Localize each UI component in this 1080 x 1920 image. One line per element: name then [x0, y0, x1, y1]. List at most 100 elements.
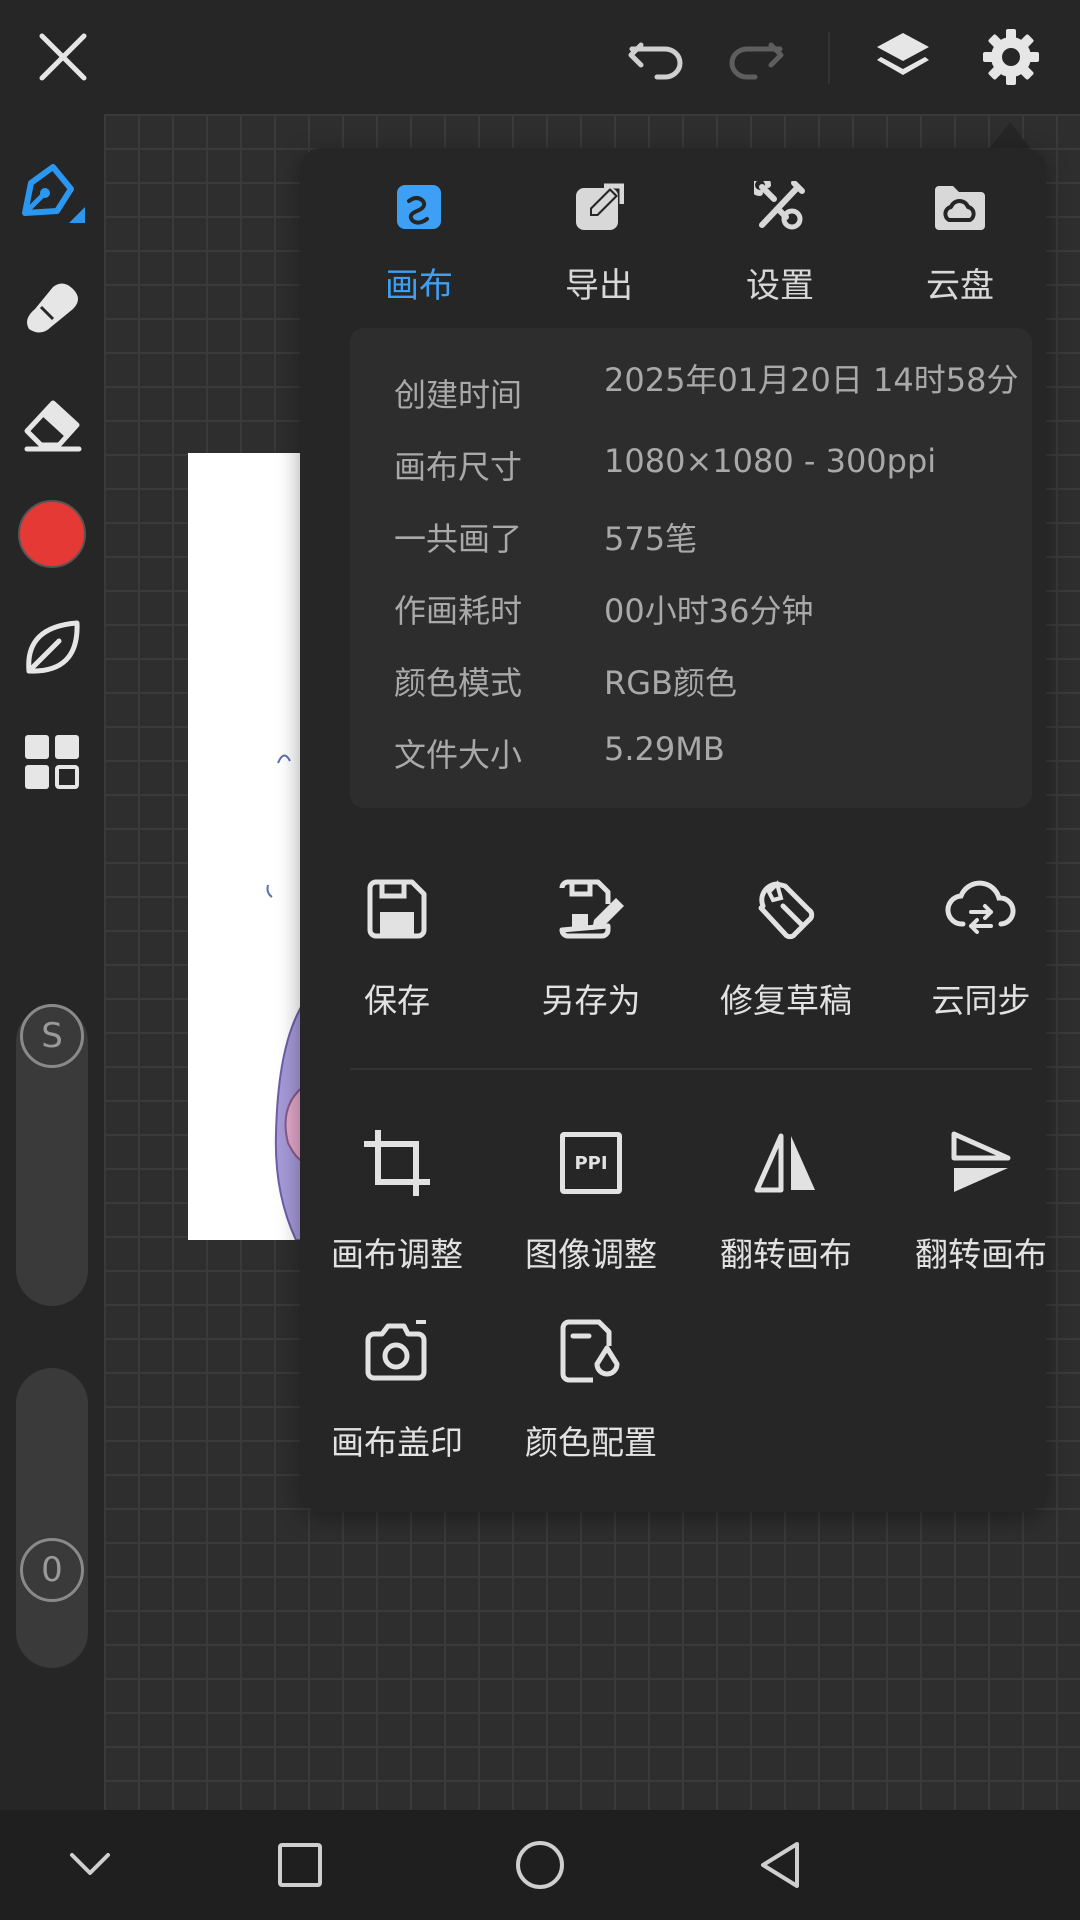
color-profile-label: 颜色配置: [525, 1423, 657, 1462]
info-row: 颜色模式 RGB颜色: [350, 658, 1032, 718]
back-icon: [761, 1842, 799, 1888]
tab-canvas-label: 画布: [385, 266, 453, 306]
repair-draft-label: 修复草稿: [720, 981, 852, 1020]
canvas-icon: [397, 185, 441, 229]
color-swatch: [18, 500, 86, 568]
tab-settings[interactable]: 设置: [705, 174, 855, 307]
home-button[interactable]: [500, 1810, 580, 1920]
undo-button[interactable]: [622, 28, 692, 88]
info-value: RGB颜色: [604, 664, 737, 702]
image-adjust-label: 图像调整: [525, 1235, 657, 1274]
system-nav-bar: [0, 1810, 1080, 1920]
tools-icon: [754, 181, 805, 230]
info-row: 创建时间 2025年01月20日 14时58分: [350, 361, 1032, 430]
info-row: 文件大小 5.29MB: [350, 730, 1032, 790]
canvas-menu-panel: 画布 导出 设置 云盘 创建时间 2025年01月20日 14时58分 画布尺寸…: [300, 148, 1047, 1512]
flip-canvas-vertical-label: 翻转画布: [915, 1235, 1047, 1274]
image-adjust-button[interactable]: PPI 图像调整: [501, 1128, 681, 1276]
close-button[interactable]: [30, 24, 96, 90]
smudge-icon: [27, 283, 78, 333]
layers-icon: [877, 33, 929, 75]
save-icon: [367, 879, 427, 939]
brush-size-knob[interactable]: S: [20, 1004, 84, 1068]
eraser-tool-button[interactable]: [0, 378, 104, 466]
info-row: 画布尺寸 1080×1080 - 300ppi: [350, 442, 1032, 502]
leaf-tool-button[interactable]: [0, 604, 104, 692]
top-bar: [0, 0, 1080, 114]
flip-vertical-icon: [951, 1131, 1011, 1192]
artwork-preview: [266, 754, 309, 1241]
redo-button[interactable]: [720, 28, 790, 88]
toolbar-separator: [828, 32, 830, 84]
opacity-slider[interactable]: [16, 1368, 88, 1668]
chevron-down-icon: [70, 1853, 110, 1875]
info-label: 一共画了: [394, 520, 523, 558]
eraser-icon: [24, 400, 82, 452]
save-button[interactable]: 保存: [307, 874, 487, 1022]
info-label: 作画耗时: [394, 592, 523, 630]
export-icon: [576, 183, 624, 230]
flip-horizontal-icon: [754, 1133, 815, 1193]
info-row: 作画耗时 00小时36分钟: [350, 586, 1032, 646]
info-value: 2025年01月20日 14时58分: [604, 361, 1019, 399]
save-as-button[interactable]: 另存为: [501, 874, 681, 1022]
info-label: 文件大小: [394, 736, 523, 774]
save-label: 保存: [364, 981, 430, 1020]
info-row: 一共画了 575笔: [350, 514, 1032, 574]
hide-keyboard-button[interactable]: [50, 1810, 130, 1920]
camera-icon: [365, 1320, 427, 1381]
color-profile-icon: [560, 1319, 620, 1383]
home-icon: [516, 1841, 564, 1889]
recent-apps-icon: [278, 1843, 322, 1887]
canvas-adjust-button[interactable]: 画布调整: [307, 1128, 487, 1276]
info-value: 1080×1080 - 300ppi: [604, 442, 937, 480]
panel-divider: [350, 1068, 1032, 1070]
tab-export[interactable]: 导出: [524, 174, 674, 307]
crop-icon: [364, 1130, 430, 1196]
smudge-tool-button[interactable]: [0, 264, 104, 352]
close-icon: [39, 33, 87, 81]
info-value: 00小时36分钟: [604, 592, 814, 630]
layers-button[interactable]: [868, 24, 938, 90]
undo-icon: [628, 42, 683, 80]
pen-icon: [22, 164, 85, 223]
tab-cloud-drive[interactable]: 云盘: [885, 174, 1035, 307]
gear-icon: [983, 29, 1039, 85]
canvas-adjust-label: 画布调整: [331, 1235, 463, 1274]
flip-canvas-horizontal-button[interactable]: 翻转画布: [696, 1128, 876, 1276]
pen-tool-button[interactable]: [0, 150, 104, 238]
tab-export-label: 导出: [565, 266, 633, 306]
cloud-sync-label: 云同步: [931, 981, 1031, 1020]
tab-canvas[interactable]: 画布: [344, 174, 494, 307]
flip-canvas-vertical-button[interactable]: 翻转画布: [891, 1128, 1071, 1276]
back-button[interactable]: [740, 1810, 820, 1920]
cloud-folder-icon: [935, 186, 985, 230]
cloud-sync-button[interactable]: 云同步: [891, 874, 1071, 1022]
ppi-icon: PPI: [560, 1132, 622, 1194]
info-value: 575笔: [604, 520, 698, 558]
info-label: 颜色模式: [394, 664, 523, 702]
info-label: 画布尺寸: [394, 448, 523, 486]
color-picker-button[interactable]: [0, 490, 104, 578]
color-profile-button[interactable]: 颜色配置: [501, 1316, 681, 1464]
canvas-info-card: 创建时间 2025年01月20日 14时58分 画布尺寸 1080×1080 -…: [350, 328, 1032, 808]
info-label: 创建时间: [394, 376, 523, 414]
tab-settings-label: 设置: [746, 266, 814, 306]
recent-apps-button[interactable]: [260, 1810, 340, 1920]
drawing-canvas[interactable]: [188, 453, 309, 1241]
tab-cloud-drive-label: 云盘: [926, 266, 994, 306]
wrench-icon: [758, 880, 815, 940]
left-toolbar: S 0: [0, 114, 104, 1810]
save-as-icon: [559, 879, 624, 939]
flip-canvas-horizontal-label: 翻转画布: [720, 1235, 852, 1274]
redo-icon: [729, 42, 784, 80]
canvas-stamp-button[interactable]: 画布盖印: [307, 1316, 487, 1464]
ppi-icon-text: PPI: [574, 1152, 608, 1174]
gallery-tool-button[interactable]: [0, 718, 104, 806]
cloud-sync-icon: [945, 880, 1016, 934]
canvas-stamp-label: 画布盖印: [331, 1423, 463, 1462]
panel-pointer: [990, 122, 1030, 148]
settings-button[interactable]: [976, 24, 1046, 90]
opacity-knob[interactable]: 0: [20, 1538, 84, 1602]
repair-draft-button[interactable]: 修复草稿: [696, 874, 876, 1022]
